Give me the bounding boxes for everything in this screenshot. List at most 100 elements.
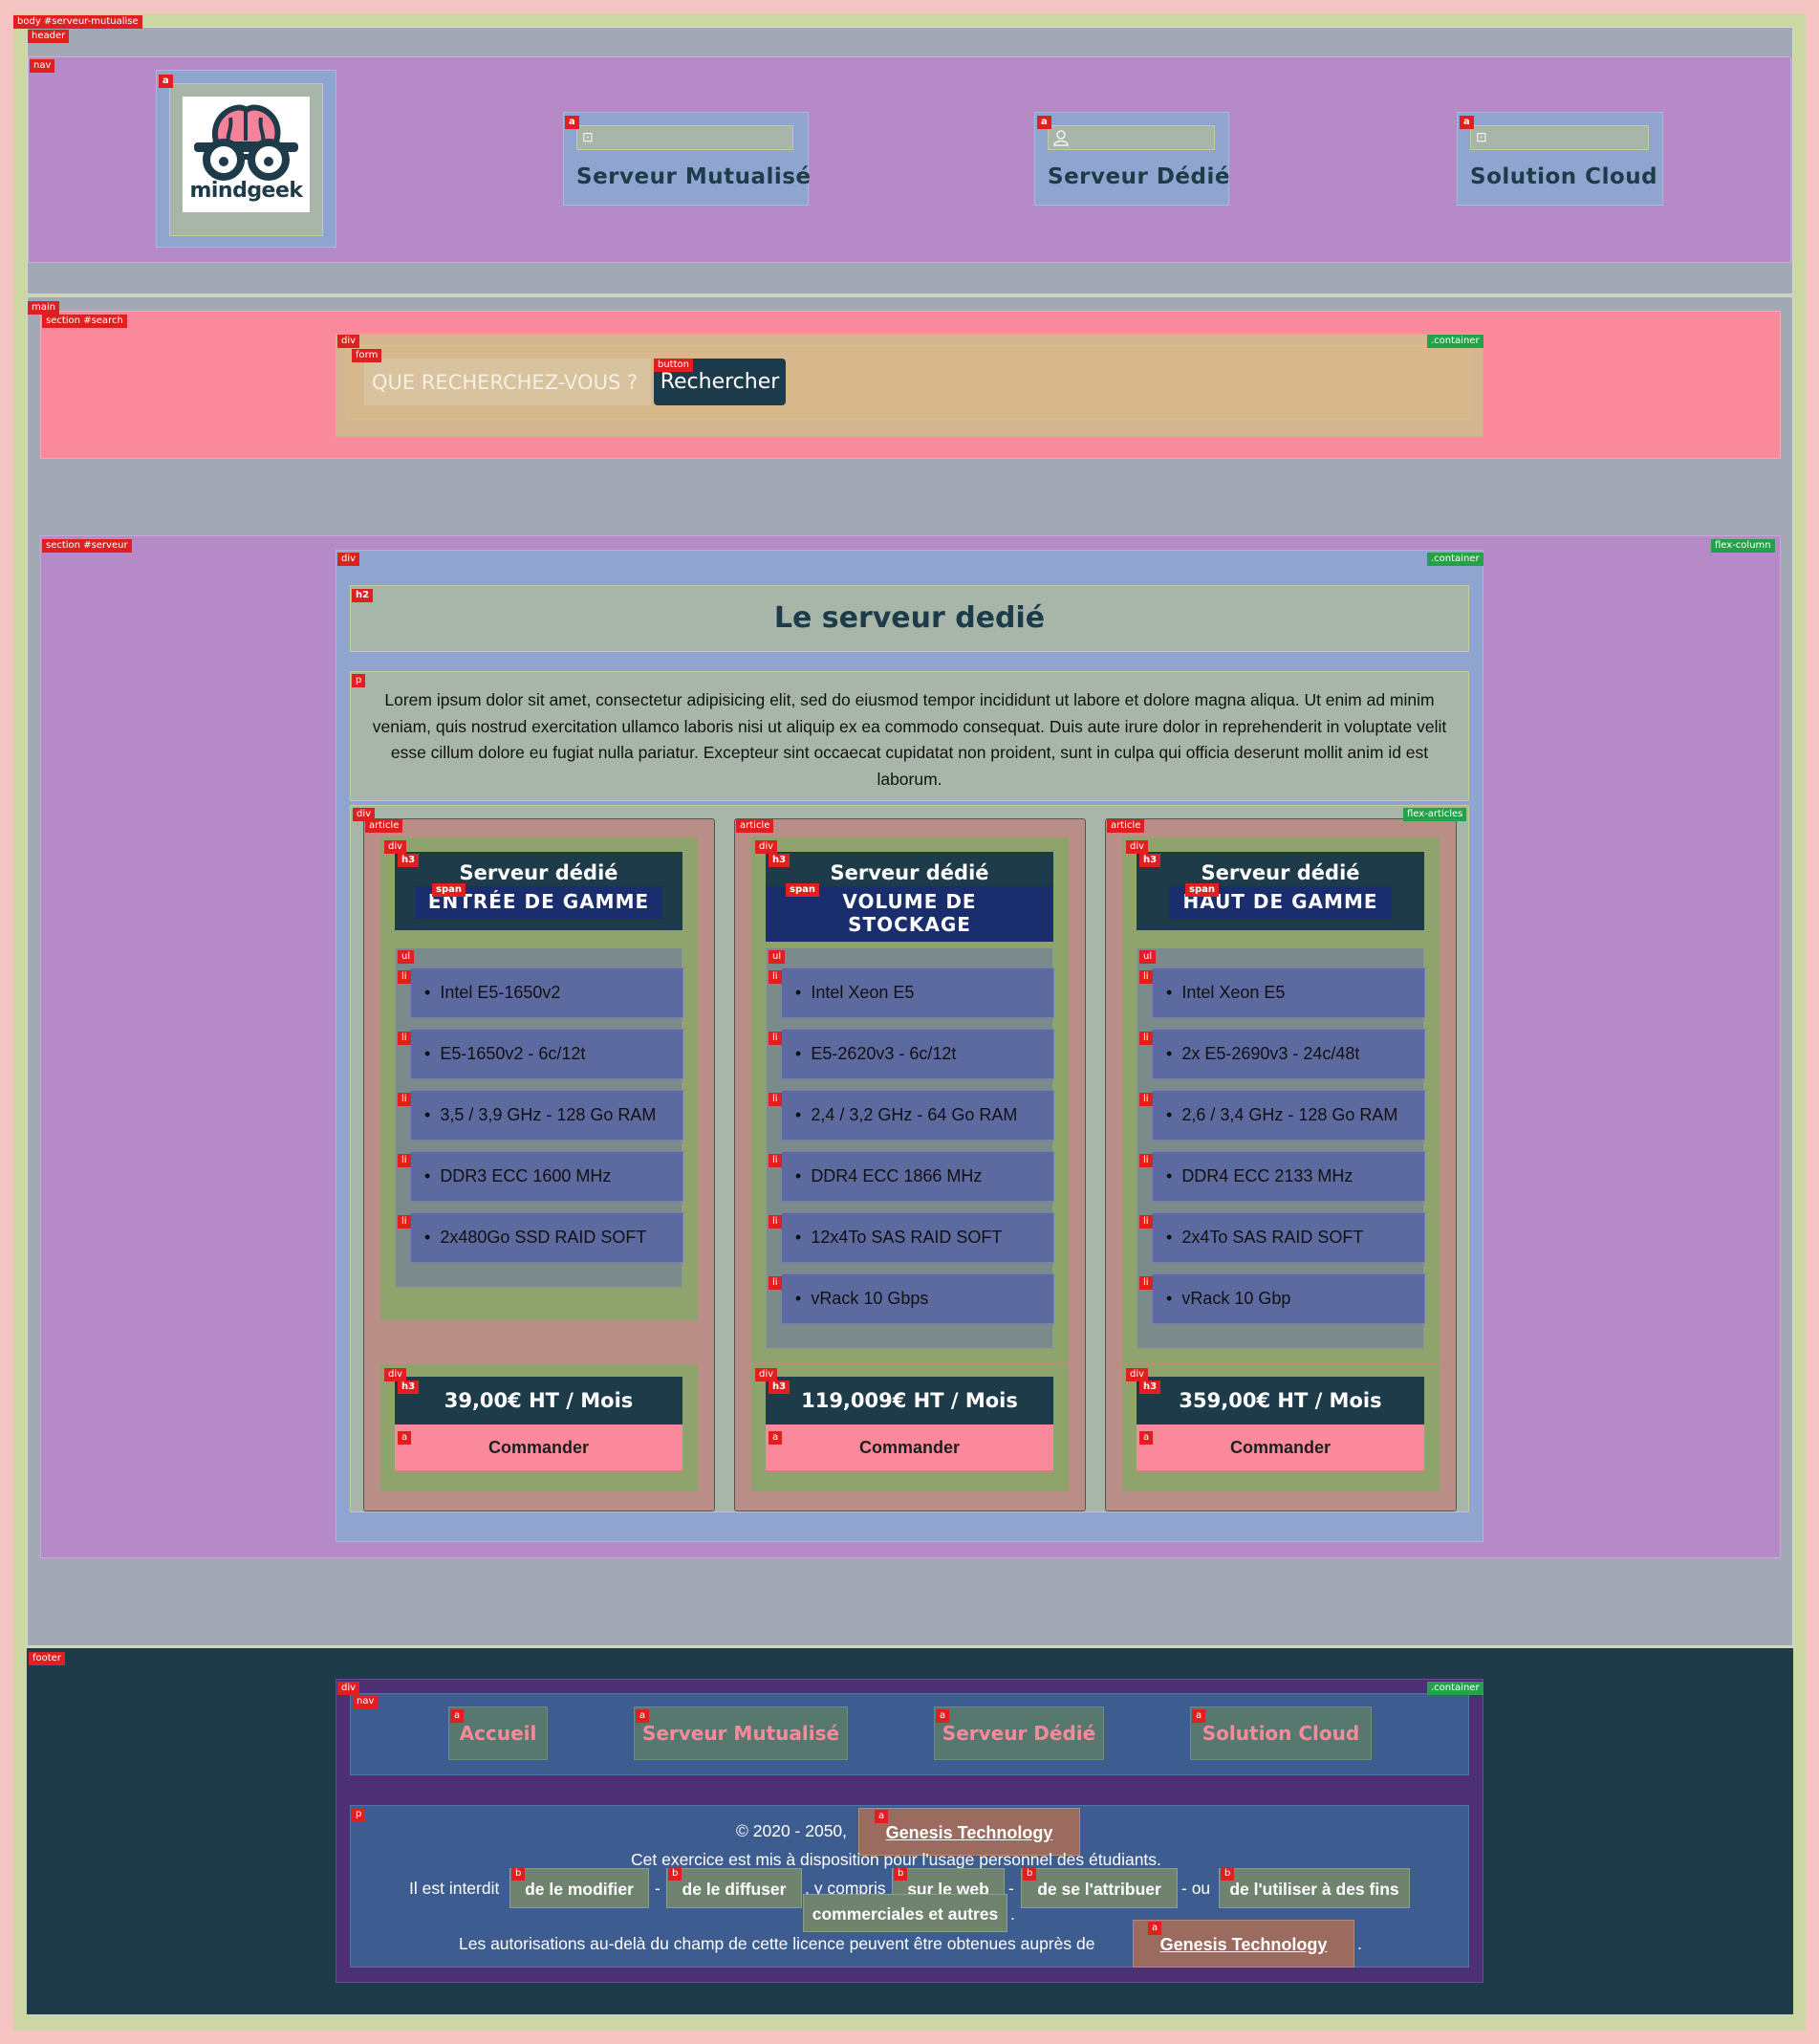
spec-item: E5-1650v2 - 6c/12t: [410, 1029, 683, 1079]
debug-label-li: li: [769, 1154, 782, 1167]
debug-label-div: div: [337, 1682, 360, 1695]
debug-label-li: li: [1139, 1154, 1153, 1167]
legal-sep: -: [655, 1879, 660, 1898]
debug-label-h2: h2: [352, 589, 374, 602]
debug-label-main: main: [28, 301, 59, 315]
legal-text-interdit: Il est interdit: [409, 1879, 500, 1898]
debug-label-li: li: [398, 1154, 411, 1167]
debug-label-h3: h3: [1139, 854, 1161, 867]
legal-sep: -: [1008, 1879, 1014, 1898]
offer-title: Serveur dédié: [459, 861, 618, 884]
restriction-attribute: de se l'attribuer: [1021, 1868, 1178, 1908]
debug-label-span: span: [1185, 883, 1219, 897]
debug-label-a: a: [1139, 1431, 1154, 1445]
nav-label: Serveur Mutualisé: [576, 164, 812, 189]
footer-link-serveur-dedie[interactable]: Serveur Dédié: [934, 1707, 1104, 1760]
spec-list: Intel E5-1650v2 E5-1650v2 - 6c/12t 3,5 /…: [395, 947, 683, 1288]
debug-label-b: b: [511, 1867, 526, 1881]
nav-link-serveur-dedie[interactable]: Serveur Dédié: [1034, 112, 1229, 206]
debug-label-span: span: [786, 883, 819, 897]
offer-title: Serveur dédié: [1201, 861, 1360, 884]
debug-label-ul: ul: [1139, 950, 1157, 964]
debug-label-flex-articles: flex-articles: [1403, 808, 1467, 821]
debug-label-div: div: [384, 840, 407, 854]
offer-price: 359,00€ HT / Mois: [1137, 1377, 1424, 1424]
spec-item: 2x4To SAS RAID SOFT: [1152, 1212, 1425, 1263]
debug-label-a: a: [159, 75, 173, 88]
spec-item: Intel E5-1650v2: [410, 968, 683, 1018]
debug-label-div: div: [384, 1368, 407, 1381]
debug-label-li: li: [769, 1032, 782, 1045]
debug-label-li: li: [769, 1093, 782, 1106]
debug-label-li: li: [398, 1032, 411, 1045]
spec-item: E5-2620v3 - 6c/12t: [781, 1029, 1054, 1079]
spec-list: Intel Xeon E5 E5-2620v3 - 6c/12t 2,4 / 3…: [766, 947, 1054, 1349]
spec-item: 3,5 / 3,9 GHz - 128 Go RAM: [410, 1090, 683, 1141]
restriction-commercial-cont: commerciales et autres: [803, 1894, 1007, 1932]
debug-label-ul: ul: [769, 950, 786, 964]
debug-label-a: a: [1148, 1922, 1162, 1935]
debug-label-b: b: [668, 1867, 682, 1881]
spec-item: 2,6 / 3,4 GHz - 128 Go RAM: [1152, 1090, 1425, 1141]
order-button[interactable]: Commander: [766, 1424, 1053, 1471]
debug-label-header: header: [28, 30, 70, 43]
spec-item: DDR3 ECC 1600 MHz: [410, 1151, 683, 1202]
offer-card-entree-de-gamme: Serveur dédié ENTRÉE DE GAMME Intel E5-1…: [363, 818, 715, 1511]
debug-label-div: div: [1126, 840, 1149, 854]
debug-label-nav: nav: [30, 59, 55, 73]
debug-label-li: li: [1139, 1276, 1153, 1290]
copyright-text: © 2020 - 2050,: [736, 1821, 848, 1840]
logo-link[interactable]: mindgeek: [156, 70, 336, 248]
serveur-heading: Le serveur dedié: [350, 585, 1469, 652]
nav-link-solution-cloud[interactable]: ⊡ Solution Cloud: [1457, 112, 1663, 206]
debug-label-li: li: [1139, 1032, 1153, 1045]
logo-text: mindgeek: [189, 179, 303, 203]
nav-label: Solution Cloud: [1470, 164, 1658, 189]
offer-card-volume-de-stockage: Serveur dédié VOLUME DE STOCKAGE Intel X…: [734, 818, 1086, 1511]
offer-price: 39,00€ HT / Mois: [395, 1377, 682, 1424]
spec-item: 2,4 / 3,2 GHz - 64 Go RAM: [781, 1090, 1054, 1141]
debug-label-div: div: [755, 1368, 778, 1381]
order-button[interactable]: Commander: [1137, 1424, 1424, 1471]
debug-label-p: p: [352, 1808, 366, 1821]
debug-label-nav: nav: [353, 1695, 379, 1708]
debug-label-div: div: [1126, 1368, 1149, 1381]
debug-label-a: a: [1460, 116, 1474, 129]
spec-item: 12x4To SAS RAID SOFT: [781, 1212, 1054, 1263]
spec-item: vRack 10 Gbp: [1152, 1273, 1425, 1324]
spec-item: 2x E5-2690v3 - 24c/48t: [1152, 1029, 1425, 1079]
debug-label-a: a: [1192, 1709, 1206, 1723]
debug-label-footer: footer: [29, 1652, 65, 1665]
footer-link-serveur-mutualise[interactable]: Serveur Mutualisé: [634, 1707, 848, 1760]
debug-label-a: a: [450, 1709, 465, 1723]
legal-dot: .: [1357, 1934, 1362, 1953]
company-link[interactable]: Genesis Technology: [858, 1808, 1080, 1856]
debug-label-a: a: [636, 1709, 650, 1723]
offer-card-haut-de-gamme: Serveur dédié HAUT DE GAMME Intel Xeon E…: [1105, 818, 1457, 1511]
spec-item: Intel Xeon E5: [1152, 968, 1425, 1018]
debug-label-b: b: [894, 1867, 908, 1881]
spec-item: Intel Xeon E5: [781, 968, 1054, 1018]
company-link-2[interactable]: Genesis Technology: [1133, 1920, 1354, 1968]
debug-label-div: div: [337, 553, 360, 566]
offer-header: Serveur dédié HAUT DE GAMME: [1137, 852, 1424, 930]
order-button[interactable]: Commander: [395, 1424, 682, 1471]
search-input[interactable]: [364, 359, 651, 405]
debug-label-h3: h3: [769, 1381, 790, 1394]
legal-dot: .: [1010, 1904, 1015, 1924]
debug-label-div: div: [337, 335, 360, 348]
footer-link-solution-cloud[interactable]: Solution Cloud: [1190, 1707, 1372, 1760]
debug-label-a: a: [398, 1431, 412, 1445]
nav-link-serveur-mutualise[interactable]: ⊡ Serveur Mutualisé: [563, 112, 812, 206]
debug-label-li: li: [1139, 1093, 1153, 1106]
spec-item: DDR4 ECC 2133 MHz: [1152, 1151, 1425, 1202]
debug-label-p: p: [352, 674, 366, 687]
debug-label-a: a: [769, 1431, 783, 1445]
debug-label-b: b: [1221, 1867, 1235, 1881]
debug-label-article: article: [1107, 819, 1145, 833]
debug-label-a: a: [1037, 116, 1051, 129]
debug-label-button: button: [654, 359, 693, 372]
offer-pricing: 39,00€ HT / Mois Commander: [380, 1364, 698, 1491]
debug-label-ul: ul: [398, 950, 415, 964]
debug-label-section-serveur: section #serveur: [42, 539, 132, 553]
